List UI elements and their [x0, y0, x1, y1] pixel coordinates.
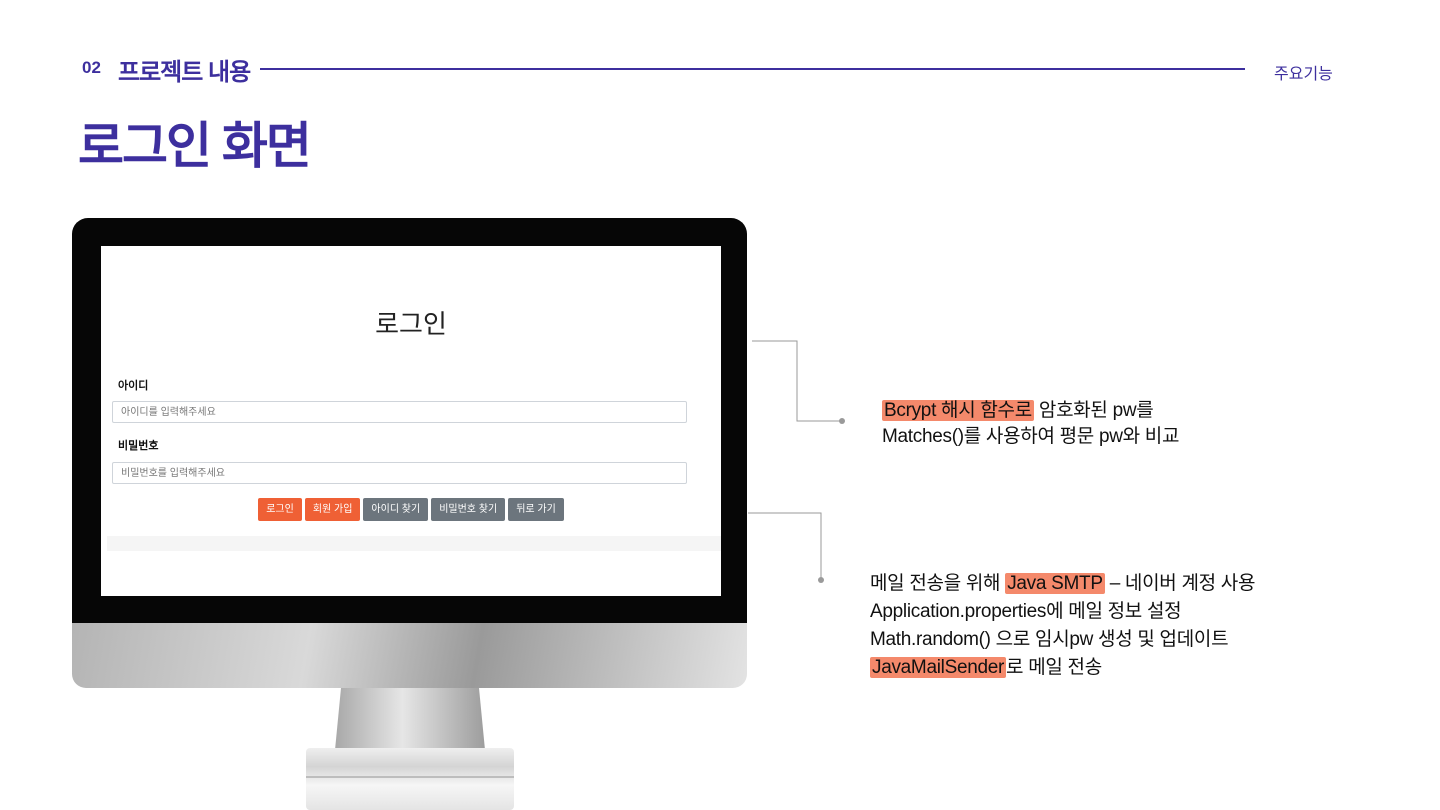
id-input[interactable] — [112, 401, 687, 423]
callout1-line2: Matches()를 사용하여 평문 pw와 비교 — [882, 426, 1180, 447]
callout1-line1-text: 암호화된 pw를 — [1033, 400, 1154, 421]
connector-dot-1 — [839, 418, 845, 424]
callout-password-hashing: Bcrypt 해시 함수로 암호화된 pw를 Matches()를 사용하여 평… — [882, 398, 1179, 450]
monitor-stand-edge — [306, 776, 514, 778]
login-heading: 로그인 — [375, 309, 447, 339]
callout2-line4-post: 로 메일 전송 — [1006, 657, 1102, 678]
signup-button[interactable]: 회원 가입 — [304, 498, 361, 521]
page-title: 로그인 화면 — [78, 118, 312, 174]
monitor-stand-base — [306, 748, 514, 810]
callout2-line1-post: – 네이버 계정 사용 — [1109, 573, 1256, 594]
highlight-java-smtp: Java SMTP — [1005, 573, 1105, 594]
login-button[interactable]: 로그인 — [258, 498, 302, 521]
connector-line-2 — [748, 512, 822, 580]
button-row: 로그인 회원 가입 아이디 찾기 비밀번호 찾기 뒤로 가기 — [101, 498, 721, 521]
find-password-button[interactable]: 비밀번호 찾기 — [431, 498, 506, 521]
section-title: 프로젝트 내용 — [118, 59, 251, 86]
callout-mail-sending: 메일 전송을 위해 Java SMTP – 네이버 계정 사용 Applicat… — [870, 570, 1255, 682]
highlight-bcrypt: Bcrypt 해시 함수로 — [882, 400, 1034, 421]
callout2-line2: Application.properties에 메일 정보 설정 — [870, 601, 1182, 622]
monitor-stand-neck — [335, 688, 485, 750]
section-category: 주요기능 — [1274, 66, 1333, 83]
id-label: 아이디 — [118, 380, 149, 392]
connector-dot-2 — [818, 577, 824, 583]
find-id-button[interactable]: 아이디 찾기 — [363, 498, 429, 521]
callout2-line1-pre: 메일 전송을 위해 — [870, 573, 1001, 594]
password-label: 비밀번호 — [118, 440, 159, 452]
monitor-mockup: 로그인 아이디 비밀번호 로그인 회원 가입 아이디 찾기 비밀번호 찾기 뒤로… — [72, 218, 747, 688]
section-number: 02 — [82, 58, 101, 77]
back-button[interactable]: 뒤로 가기 — [508, 498, 564, 521]
callout2-line3: Math.random() 으로 임시pw 생성 및 업데이트 — [870, 629, 1229, 650]
highlight-javamailsender: JavaMailSender — [870, 657, 1007, 678]
callout2-line1: 메일 전송을 위해 Java SMTP – 네이버 계정 사용 — [870, 570, 1255, 598]
screen-footer-band — [107, 536, 721, 551]
callout2-line4: JavaMailSender 로 메일 전송 — [870, 654, 1255, 682]
callout1-line1: Bcrypt 해시 함수로 암호화된 pw를 — [882, 398, 1179, 424]
monitor-chin — [72, 623, 747, 688]
section-divider — [260, 68, 1245, 70]
login-screen: 로그인 아이디 비밀번호 로그인 회원 가입 아이디 찾기 비밀번호 찾기 뒤로… — [101, 246, 721, 596]
connector-line-1 — [752, 340, 842, 422]
password-input[interactable] — [112, 462, 687, 484]
